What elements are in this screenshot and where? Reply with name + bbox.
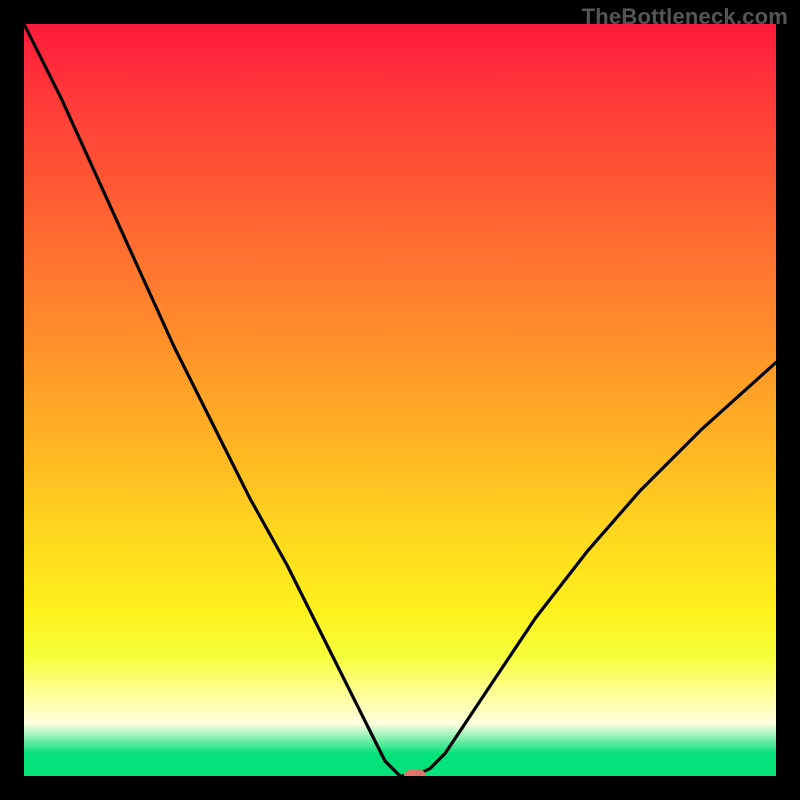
bottleneck-curve	[24, 24, 776, 776]
chart-stage: TheBottleneck.com	[0, 0, 800, 800]
optimal-marker	[404, 770, 426, 776]
plot-area	[24, 24, 776, 776]
watermark-text: TheBottleneck.com	[582, 4, 788, 30]
